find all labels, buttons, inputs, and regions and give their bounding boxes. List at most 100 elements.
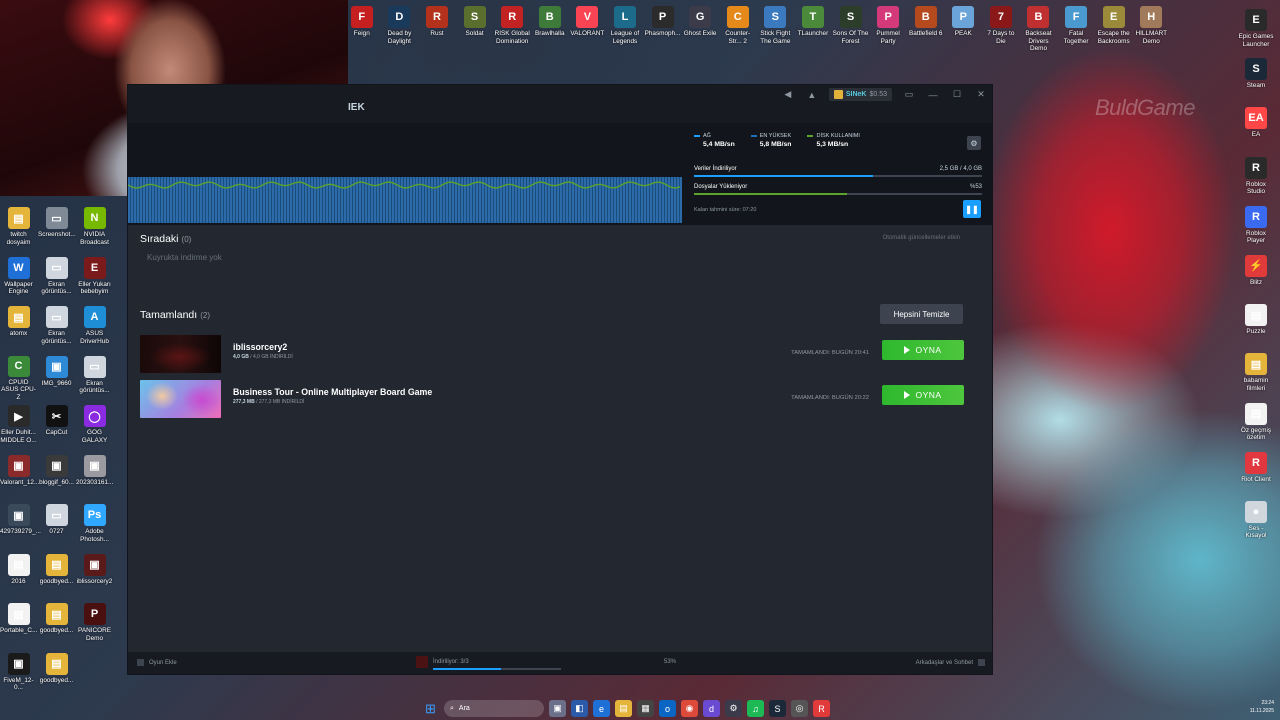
desktop-icon-atomx[interactable]: ▤ atomx [0,302,37,352]
desktop-icon-counter-str-2[interactable]: C Counter-Str... 2 [719,2,757,53]
desktop-icon-screenshot[interactable]: ▭ Screenshot... [38,203,76,253]
store-icon[interactable]: ▦ [637,700,654,717]
desktop-icon-blitz[interactable]: ⚡ Blitz [1236,251,1276,300]
desktop-icon-fivem-12-0[interactable]: ▣ FiveM_12-0... [0,649,37,699]
pause-button[interactable]: ❚❚ [963,200,981,218]
desktop-icon-nvidia-broadcast[interactable]: N NVIDIA Broadcast [76,203,113,253]
desktop-icon-wallpaper-engine[interactable]: W Wallpaper Engine [0,253,37,303]
windows-start-icon[interactable]: ⊞ [422,700,439,717]
monitor-icon[interactable]: ▭ [902,89,916,100]
outlook-icon[interactable]: o [659,700,676,717]
desktop-icon-oz-gecmis-ozetim[interactable]: ▤ Öz geçmiş özetim [1236,399,1276,448]
notification-bell-icon[interactable]: ▲ [805,90,819,100]
desktop-icon-ekran-goruntus[interactable]: ▭ Ekran görüntüs... [38,302,75,352]
desktop-icon-7-days-to-die[interactable]: 7 7 Days to Die [982,2,1020,53]
close-icon[interactable]: ✕ [974,89,988,100]
obs-icon[interactable]: ◎ [791,700,808,717]
broadcast-icon[interactable]: ◀ [781,89,795,100]
spotify-icon[interactable]: ♫ [747,700,764,717]
play-button[interactable]: OYNA [882,385,964,405]
desktop-icon-roblox-studio[interactable]: R Roblox Studio [1236,153,1276,202]
desktop-icon-bloggif-60[interactable]: ▣ bloggif_60... [38,451,75,501]
desktop-icon-eller-duhit-middle-o[interactable]: ▶ Eller Duhit... MIDDLE O... [0,401,37,451]
desktop-icon-twitch-dosyaim[interactable]: ▤ twitch dosyaim [0,203,37,253]
desktop-icon-portable-c[interactable]: ▤ Portable_C... [0,599,37,649]
desktop-icon-phasmoph[interactable]: P Phasmoph... [644,2,682,53]
desktop-icon-soldat[interactable]: S Soldat [456,2,494,53]
desktop-icon-202303161[interactable]: ▣ 202303161... [76,451,113,501]
desktop-icon-panicore-demo[interactable]: P PANICORE Demo [76,599,113,649]
desktop-icon-iblissorcery2[interactable]: ▣ iblissorcery2 [76,550,113,600]
desktop-icon-pummel-party[interactable]: P Pummel Party [869,2,907,53]
desktop-icon-ekran-goruntus[interactable]: ▭ Ekran görüntüs... [76,352,113,402]
desktop-icon-img-9660[interactable]: ▣ IMG_9660 [38,352,75,402]
game-name[interactable]: Business Tour - Online Multiplayer Board… [233,387,432,397]
taskbar-search[interactable]: ⌕ Ara [444,700,544,717]
desktop-icon-goodbyed[interactable]: ▤ goodbyed... [38,550,75,600]
desktop-icon-risk-global-domination[interactable]: R RISK Global Domination [493,2,531,53]
discord-icon[interactable]: d [703,700,720,717]
maximize-icon[interactable]: ☐ [950,89,964,100]
riot-taskbar-icon[interactable]: R [813,700,830,717]
desktop-icon-eller-yukar-bebebyim[interactable]: E Eller Yukarı bebebyim [76,253,113,303]
system-tray-clock[interactable]: 23:24 11.11.2025 [1250,699,1274,715]
desktop-icon-gog-galaxy[interactable]: ◯ GOG GALAXY [76,401,113,451]
desktop-icon-capcut[interactable]: ✂ CapCut [38,401,75,451]
desktop-icon-goodbyed[interactable]: ▤ goodbyed... [38,599,75,649]
file-explorer-icon[interactable]: ▤ [615,700,632,717]
desktop-icon-epic-games-launcher[interactable]: E Epic Games Launcher [1236,5,1276,54]
game-thumbnail[interactable] [140,335,221,373]
desktop-icon-escape-the-backrooms[interactable]: E Escape the Backrooms [1095,2,1133,53]
desktop-icon-ekran-goruntus[interactable]: ▭ Ekran görüntüs... [38,253,75,303]
edge-icon[interactable]: e [593,700,610,717]
desktop-icon-riot-client[interactable]: R Riot Client [1236,448,1276,497]
desktop-icon-hillmart-demo[interactable]: H HILLMART Demo [1132,2,1170,53]
steam-titlebar[interactable]: IEK ◀ ▲ SINeK $0.53 ▭ — ☐ ✕ [128,85,992,123]
desktop-icon-valorant-12[interactable]: ▣ Valorant_12... [0,451,39,501]
desktop-icon-roblox-player[interactable]: R Roblox Player [1236,202,1276,251]
desktop-icon-stick-fight-the-game[interactable]: S Stick Fight The Game [757,2,795,53]
auto-updates-link[interactable]: Otomatik güncellemeler etkin [883,235,960,241]
add-game-button[interactable]: Oyun Ekle [137,659,177,666]
desktop-icon-adobe-photosh[interactable]: Ps Adobe Photosh... [76,500,113,550]
desktop-icon-asus-driverhub[interactable]: A ASUS DriverHub [76,302,113,352]
desktop-icon-battlefield-6[interactable]: B Battlefield 6 [907,2,945,53]
desktop-icon-valorant[interactable]: V VALORANT [569,2,607,53]
desktop-icon-tlauncher[interactable]: T TLauncher [794,2,832,53]
play-button[interactable]: OYNA [882,340,964,360]
chrome-icon[interactable]: ◉ [681,700,698,717]
friends-chat-button[interactable]: Arkadaşlar ve Sohbet [916,659,985,666]
steam-taskbar-icon[interactable]: S [769,700,786,717]
desktop-icon-429739279[interactable]: ▣ 429739279_... [0,500,41,550]
desktop-icon-feign[interactable]: F Feign [343,2,381,53]
settings-icon[interactable]: ⚙ [725,700,742,717]
game-thumbnail[interactable] [140,380,221,418]
desktop-icon-ghost-exile[interactable]: G Ghost Exile [681,2,719,53]
task-view-icon[interactable]: ▣ [549,700,566,717]
desktop-icon-fatal-together[interactable]: F Fatal Together [1057,2,1095,53]
game-name[interactable]: iblissorcery2 [233,342,287,352]
desktop-icon-backseat-drivers-demo[interactable]: B Backseat Drivers Demo [1020,2,1058,53]
desktop-icon-babamin-filmleri[interactable]: ▤ babamin filmleri [1236,349,1276,398]
desktop-icon-rust[interactable]: R Rust [418,2,456,53]
desktop-icon-cpuid-asus-cpu-z[interactable]: C CPUID ASUS CPU-Z [0,352,37,402]
desktop-icon-ea[interactable]: EA EA [1236,103,1276,152]
minimize-icon[interactable]: — [926,90,940,100]
desktop-icon-0727[interactable]: ▭ 0727 [38,500,75,550]
desktop-icon-sons-of-the-forest[interactable]: S Sons Of The Forest [832,2,870,53]
desktop-icon-puzzle[interactable]: ▤ Puzzle [1236,300,1276,349]
desktop-icon-league-of-legends[interactable]: L League of Legends [606,2,644,53]
desktop-icon-dead-by-daylight[interactable]: D Dead by Daylight [381,2,419,53]
desktop-icon-steam[interactable]: S Steam [1236,54,1276,103]
completed-game-row[interactable]: iblissorcery2 4,0 GB / 4,0 GB İNDİRİLDİ … [140,335,964,373]
desktop-icon-goodbyed[interactable]: ▤ goodbyed... [38,649,75,699]
desktop-icon-2016[interactable]: ▤ 2016 [0,550,37,600]
gear-icon[interactable]: ⚙ [967,136,981,150]
user-account-chip[interactable]: SINeK $0.53 [828,88,892,101]
completed-game-row[interactable]: Business Tour - Online Multiplayer Board… [140,380,964,418]
widgets-icon[interactable]: ◧ [571,700,588,717]
clear-all-button[interactable]: Hepsini Temizle [880,304,963,324]
desktop-icon-brawlhalla[interactable]: B Brawlhalla [531,2,569,53]
desktop-icon-ses-k-sayol[interactable]: ● Ses - Kısayol [1236,497,1276,546]
desktop-icon-peak[interactable]: P PEAK [945,2,983,53]
